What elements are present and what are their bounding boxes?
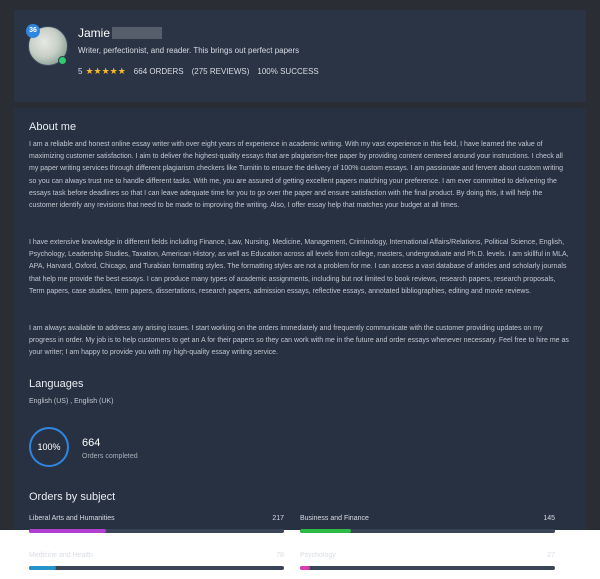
- subject-count: 217: [272, 515, 284, 522]
- orders-count: 664 ORDERS: [133, 67, 184, 76]
- profile-header-card: 36 Jamie Writer, perfectionist, and read…: [14, 10, 586, 102]
- name-redaction: [112, 27, 163, 39]
- success-rate: 100% SUCCESS: [257, 67, 319, 76]
- about-paragraph-1: I am a reliable and honest online essay …: [29, 141, 564, 210]
- subject-label: Medicine and Health: [29, 552, 93, 559]
- completed-orders-label: Orders completed: [82, 453, 138, 460]
- reviews-count[interactable]: (275 REVIEWS): [192, 67, 250, 76]
- completion-percent: 100%: [37, 442, 61, 452]
- star-rating-icon: ★★★★★: [85, 66, 126, 76]
- about-paragraph-3: I am always available to address any ari…: [29, 325, 569, 357]
- writer-name-text: Jamie: [78, 26, 111, 40]
- subject-label: Liberal Arts and Humanities: [29, 515, 115, 522]
- subject-bar-fill: [300, 566, 310, 570]
- subject-count: 27: [547, 552, 555, 559]
- subject-bar-track: [29, 529, 284, 533]
- subject-bar-fill: [29, 566, 57, 570]
- languages-list: English (US) , English (UK): [29, 398, 114, 405]
- subject-label: Business and Finance: [300, 515, 369, 522]
- about-title: About me: [29, 121, 77, 133]
- about-paragraph-2: I have extensive knowledge in different …: [29, 239, 569, 295]
- writer-tagline: Writer, perfectionist, and reader. This …: [78, 46, 300, 55]
- completion-ring: 100%: [29, 427, 69, 467]
- level-badge: 36: [26, 24, 40, 38]
- profile-details-card: About me I am a reliable and honest onli…: [14, 108, 586, 570]
- subject-bar-track: [300, 529, 555, 533]
- writer-name: Jamie: [78, 26, 163, 40]
- subject-bar-fill: [29, 529, 106, 533]
- subject-bar-track: [29, 566, 284, 570]
- rating-value: 5: [78, 67, 83, 76]
- subject-bar-track: [300, 566, 555, 570]
- online-status-icon: [58, 56, 67, 65]
- subject-label: Psychology: [300, 552, 336, 559]
- avatar-container[interactable]: 36: [26, 24, 68, 66]
- subject-count: 78: [276, 552, 284, 559]
- languages-title: Languages: [29, 378, 84, 390]
- writer-stats: 5 ★★★★★ 664 ORDERS (275 REVIEWS) 100% SU…: [78, 66, 327, 77]
- completed-orders-count: 664: [82, 437, 101, 449]
- subject-count: 145: [543, 515, 555, 522]
- subject-bar-fill: [300, 529, 352, 533]
- orders-by-subject-title: Orders by subject: [29, 491, 116, 503]
